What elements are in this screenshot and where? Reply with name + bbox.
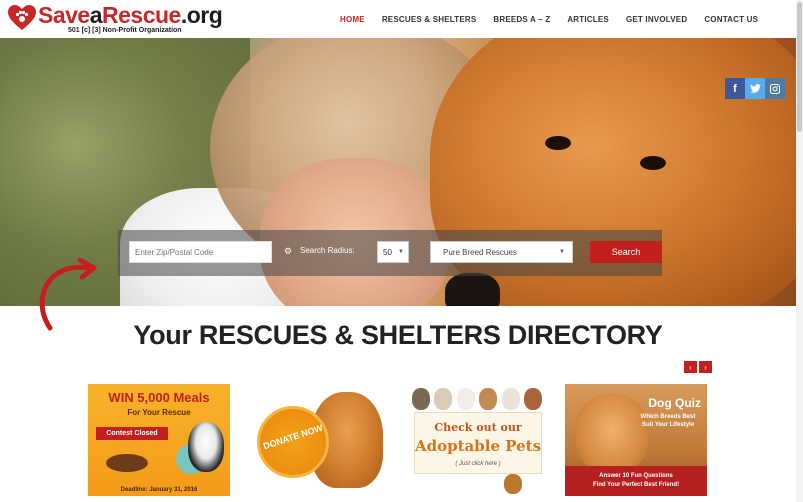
nav-rescues-shelters[interactable]: RESCUES & SHELTERS	[382, 15, 477, 24]
heart-paw-icon	[8, 5, 36, 30]
caret-down-icon: ▼	[559, 249, 565, 255]
site-header: SaveaRescue.org 501 [c] [3] Non-Profit O…	[0, 0, 803, 38]
logo-wordmark: SaveaRescue.org	[38, 2, 223, 28]
facebook-icon[interactable]: f	[725, 78, 745, 99]
zip-input[interactable]	[129, 241, 272, 263]
rescue-search-bar: ⚙ Search Radius: 50 ▼ Pure Breed Rescues…	[118, 230, 662, 276]
nav-contact-us[interactable]: CONTACT US	[704, 15, 758, 24]
directory-title: Your RESCUES & SHELTERS DIRECTORY	[133, 320, 663, 350]
site-logo[interactable]: SaveaRescue.org 501 [c] [3] Non-Profit O…	[8, 3, 228, 37]
hero-dog-eye	[545, 136, 571, 150]
adoptable-line3: ( Just click here )	[455, 461, 501, 467]
breed-type-dropdown[interactable]: Pure Breed Rescues ▼	[430, 241, 573, 263]
radius-value: 50	[383, 247, 392, 257]
breed-type-value: Pure Breed Rescues	[443, 247, 517, 257]
kitten-image	[504, 474, 522, 494]
meals-headline: WIN 5,000 Meals	[108, 390, 210, 405]
quiz-title: Dog Quiz	[648, 396, 701, 410]
hero-dog-eye	[640, 156, 666, 170]
card-dog-quiz[interactable]: Dog Quiz Which Breeds Best Suit Your Lif…	[565, 384, 707, 496]
main-nav: HOME RESCUES & SHELTERS BREEDS A – Z ART…	[340, 0, 775, 38]
nav-home[interactable]: HOME	[340, 15, 365, 24]
nav-breeds[interactable]: BREEDS A – Z	[493, 15, 550, 24]
search-radius-label: Search Radius:	[300, 246, 355, 255]
caret-down-icon: ▼	[398, 249, 404, 255]
twitter-icon[interactable]	[745, 78, 765, 99]
social-links: f	[725, 78, 785, 99]
page-scrollbar[interactable]	[796, 0, 803, 502]
adoptable-sign: Check out our Adoptable Pets ( Just clic…	[414, 412, 542, 474]
puppy-image	[575, 394, 649, 474]
search-button[interactable]: Search	[590, 241, 662, 263]
nav-articles[interactable]: ARTICLES	[567, 15, 609, 24]
contest-closed-badge: Contest Closed	[96, 427, 168, 440]
adoptable-line2: Adoptable Pets	[415, 437, 542, 455]
card-win-meals[interactable]: WIN 5,000 Meals For Your Rescue Contest …	[88, 384, 230, 496]
puppy-image	[188, 422, 224, 472]
adoptable-line1: Check out our	[434, 421, 522, 434]
gear-icon: ⚙	[284, 246, 293, 256]
quiz-footer: Answer 10 Fun Questions Find Your Perfec…	[565, 466, 707, 496]
carousel-prev-button[interactable]: ‹	[684, 361, 697, 373]
food-bowl-image	[106, 454, 148, 472]
scrollbar-thumb[interactable]	[797, 2, 802, 132]
pets-row-image	[412, 388, 542, 414]
quiz-footer-line1: Answer 10 Fun Questions	[599, 473, 673, 479]
card-adoptable-pets[interactable]: Check out our Adoptable Pets ( Just clic…	[406, 384, 548, 496]
quiz-subtitle: Which Breeds Best Suit Your Lifestyle	[640, 414, 696, 428]
card-donate[interactable]: DONATE NOW	[247, 384, 389, 496]
meals-subline: For Your Rescue	[127, 408, 191, 417]
instagram-icon[interactable]	[765, 78, 785, 99]
hero-dog-nose	[445, 273, 500, 306]
radius-dropdown[interactable]: 50 ▼	[377, 241, 409, 263]
nav-get-involved[interactable]: GET INVOLVED	[626, 15, 687, 24]
logo-tagline: 501 [c] [3] Non-Profit Organization	[68, 27, 182, 34]
carousel-next-button[interactable]: ›	[699, 361, 712, 373]
meals-deadline: Deadline: January 31, 2016	[120, 487, 198, 493]
quiz-footer-line2: Find Your Perfect Best Friend!	[592, 482, 680, 488]
